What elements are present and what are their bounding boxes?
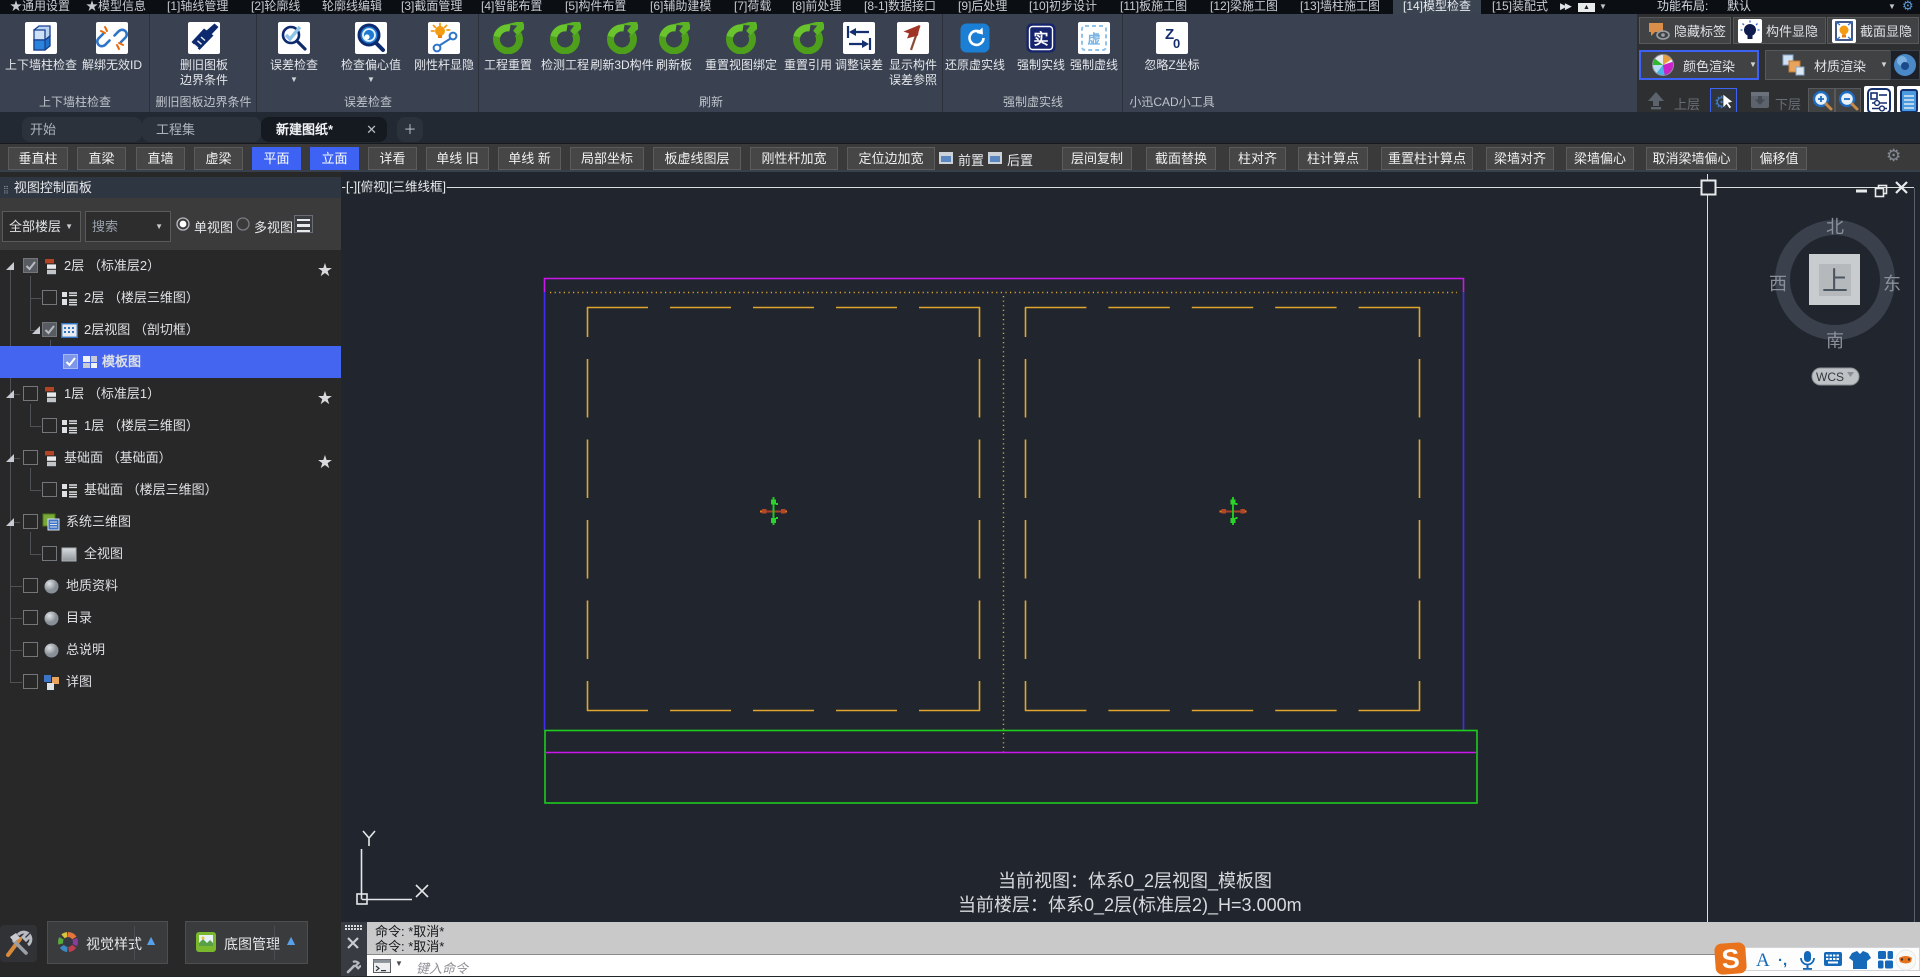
svg-text:·,: ·, — [1778, 952, 1787, 969]
svg-text:[-][俯视][三维线框]: [-][俯视][三维线框] — [346, 179, 446, 194]
svg-text:S: S — [1721, 943, 1741, 974]
svg-text:上: 上 — [1822, 267, 1848, 296]
svg-text:0: 0 — [1173, 36, 1180, 51]
svg-text:西: 西 — [1769, 274, 1787, 294]
svg-text:当前楼层：体系0_2层(标准层2)_H=3.000m: 当前楼层：体系0_2层(标准层2)_H=3.000m — [958, 895, 1302, 916]
svg-text:虚: 虚 — [1087, 32, 1100, 47]
svg-text:WCS: WCS — [1816, 370, 1844, 384]
svg-text:南: 南 — [1826, 331, 1844, 351]
svg-text:北: 北 — [1826, 217, 1844, 237]
svg-text:当前视图：体系0_2层视图_模板图: 当前视图：体系0_2层视图_模板图 — [998, 871, 1272, 892]
svg-text:实: 实 — [1033, 30, 1048, 48]
svg-text:A: A — [1756, 950, 1770, 971]
svg-text:东: 东 — [1883, 274, 1901, 294]
